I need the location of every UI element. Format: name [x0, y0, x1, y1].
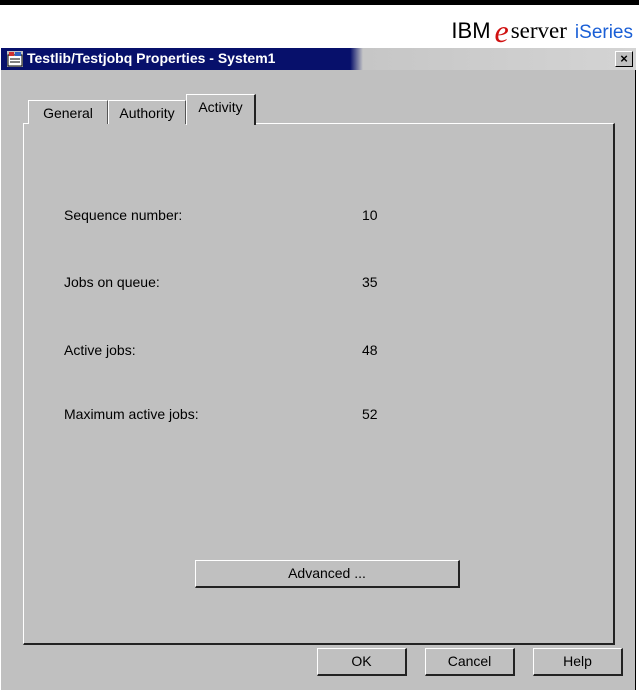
brand-iseries: iSeries: [574, 22, 633, 43]
brand-server: server: [510, 18, 567, 43]
cancel-button[interactable]: Cancel: [425, 648, 515, 676]
queue-app-icon: [7, 51, 23, 67]
activity-tab-panel: Sequence number: 10 Jobs on queue: 35 Ac…: [23, 123, 615, 645]
active-jobs-value: 48: [362, 342, 378, 358]
tab-general[interactable]: General: [28, 100, 108, 124]
window-title: Testlib/Testjobq Properties - System1: [27, 50, 276, 66]
properties-dialog: Testlib/Testjobq Properties - System1 × …: [0, 48, 636, 690]
eserver-e-logo-icon: e: [494, 13, 509, 49]
tab-activity[interactable]: Activity: [186, 94, 256, 125]
jobs-on-queue-label: Jobs on queue:: [64, 274, 160, 290]
title-bar[interactable]: Testlib/Testjobq Properties - System1 ×: [1, 48, 636, 70]
close-button[interactable]: ×: [615, 51, 633, 67]
close-icon: ×: [620, 51, 628, 66]
sequence-number-label: Sequence number:: [64, 207, 183, 223]
sequence-number-value: 10: [362, 207, 378, 223]
ok-button[interactable]: OK: [317, 648, 407, 676]
top-border-line: [0, 0, 639, 5]
jobs-on-queue-value: 35: [362, 274, 378, 290]
active-jobs-label: Active jobs:: [64, 342, 136, 358]
advanced-button[interactable]: Advanced ...: [195, 560, 460, 588]
tab-authority[interactable]: Authority: [108, 100, 186, 124]
brand-ibm: IBM: [451, 18, 491, 43]
ibm-eserver-iseries-logo: IBM e server iSeries: [451, 13, 633, 49]
maximum-active-jobs-label: Maximum active jobs:: [64, 406, 199, 422]
help-button[interactable]: Help: [533, 648, 623, 676]
maximum-active-jobs-value: 52: [362, 406, 378, 422]
